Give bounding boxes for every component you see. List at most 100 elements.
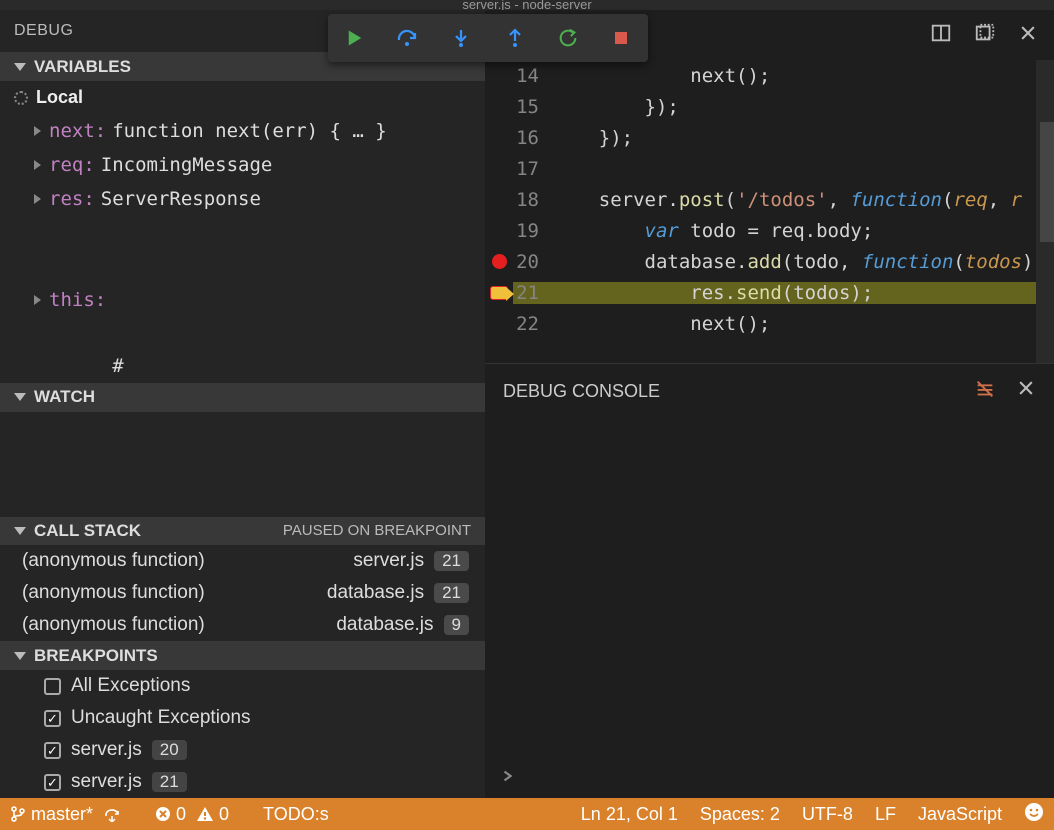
variables-title: VARIABLES (34, 57, 131, 77)
code-line[interactable]: 16 }); (485, 122, 1054, 153)
frame-label: (anonymous function) (22, 614, 205, 636)
breakpoints-section-header[interactable]: BREAKPOINTS (0, 641, 485, 670)
breakpoint-line: 21 (152, 772, 187, 792)
breakpoint-checkbox[interactable] (44, 710, 61, 727)
breakpoint-row[interactable]: server.js 20 (0, 734, 485, 766)
local-label: Local (36, 87, 83, 108)
callstack-frame[interactable]: (anonymous function) server.js 21 (0, 545, 485, 577)
watch-title: WATCH (34, 387, 95, 407)
code-line[interactable]: 18 server.post('/todos', function(req, r (485, 184, 1054, 215)
step-over-button[interactable] (393, 23, 423, 53)
callstack-title: CALL STACK (34, 521, 141, 541)
debug-console-input[interactable] (485, 754, 1054, 798)
code-text: }); (553, 127, 1054, 149)
frame-file: database.js (327, 582, 424, 604)
code-text: }); (553, 96, 1054, 118)
code-text: database.add(todo, function(todos) (553, 251, 1054, 273)
eol-status[interactable]: LF (875, 804, 896, 825)
code-editor[interactable]: 14 next(); 15 }); 16 }); 17 18 server.po… (485, 60, 1054, 363)
code-line[interactable]: 19 var todo = req.body; (485, 215, 1054, 246)
chevron-right-icon (34, 160, 41, 170)
code-text: next(); (553, 65, 1054, 87)
language-mode-status[interactable]: JavaScript (918, 804, 1002, 825)
continue-button[interactable] (340, 23, 370, 53)
breakpoint-checkbox[interactable] (44, 774, 61, 791)
code-line[interactable]: 14 next(); (485, 60, 1054, 91)
line-number: 20 (513, 251, 553, 273)
encoding-status[interactable]: UTF-8 (802, 804, 853, 825)
code-line[interactable]: 21 res.send(todos); (485, 277, 1054, 308)
variables-scope-local[interactable]: Local (0, 81, 485, 114)
split-editor-icon[interactable] (930, 22, 952, 49)
variable-name: this: (49, 289, 106, 311)
restart-button[interactable] (553, 23, 583, 53)
code-line[interactable]: 15 }); (485, 91, 1054, 122)
code-text: var todo = req.body; (553, 220, 1054, 242)
code-text: res.send(todos); (553, 282, 1054, 304)
debug-console-body[interactable] (485, 419, 1054, 754)
close-panel-icon[interactable] (1016, 378, 1036, 405)
breakpoint-checkbox[interactable] (44, 742, 61, 759)
errors-status[interactable]: 0 (155, 804, 186, 825)
git-branch-status[interactable]: master* (10, 804, 93, 825)
variable-name: req: (49, 154, 95, 176)
window-title: server.js - node-server (462, 0, 591, 10)
chevron-right-icon (34, 194, 41, 204)
variables-panel: Local next: function next(err) { … } req… (0, 81, 485, 383)
show-open-editors-icon[interactable] (974, 22, 996, 49)
git-sync-icon[interactable] (103, 806, 121, 822)
chevron-right-icon (34, 295, 41, 305)
callstack-frame[interactable]: (anonymous function) database.js 9 (0, 609, 485, 641)
variable-row[interactable]: req: IncomingMessage (0, 148, 485, 182)
chevron-down-icon (14, 63, 26, 71)
variable-row[interactable]: res: ServerResponse (0, 182, 485, 216)
close-editor-icon[interactable] (1018, 23, 1038, 48)
current-execution-icon (490, 286, 508, 300)
variable-value: # (112, 222, 423, 377)
breakpoint-dot-icon[interactable] (492, 254, 507, 269)
step-out-button[interactable] (500, 23, 530, 53)
clear-console-icon[interactable] (974, 378, 996, 405)
variable-row[interactable]: this: # (0, 216, 485, 383)
stop-button[interactable] (606, 23, 636, 53)
line-number: 16 (513, 127, 553, 149)
breakpoint-row[interactable]: All Exceptions (0, 670, 485, 702)
line-number: 19 (513, 220, 553, 242)
breakpoint-checkbox[interactable] (44, 678, 61, 695)
variable-name: res: (49, 188, 95, 210)
frame-label: (anonymous function) (22, 550, 205, 572)
indentation-status[interactable]: Spaces: 2 (700, 804, 780, 825)
breakpoint-label: server.js (71, 739, 142, 761)
debug-panel-title: DEBUG (14, 22, 73, 40)
debug-toolbar[interactable] (328, 14, 648, 62)
watch-section-header[interactable]: WATCH (0, 383, 485, 412)
todos-status[interactable]: TODO:s (263, 804, 329, 825)
code-line[interactable]: 17 (485, 153, 1054, 184)
debug-sidebar: DEBUG Launch VARIABLES Local next: funct… (0, 10, 485, 798)
feedback-icon[interactable] (1024, 802, 1044, 827)
chevron-down-icon (14, 527, 26, 535)
breakpoint-label: Uncaught Exceptions (71, 707, 251, 729)
breakpoint-row[interactable]: Uncaught Exceptions (0, 702, 485, 734)
variable-value: function next(err) { … } (112, 120, 387, 142)
variable-row[interactable]: next: function next(err) { … } (0, 114, 485, 148)
line-number: 18 (513, 189, 553, 211)
code-line[interactable]: 20 database.add(todo, function(todos) (485, 246, 1054, 277)
line-number: 14 (513, 65, 553, 87)
step-into-button[interactable] (446, 23, 476, 53)
warnings-status[interactable]: 0 (196, 804, 229, 825)
loading-spinner-icon (14, 91, 28, 105)
callstack-section-header[interactable]: CALL STACK PAUSED ON BREAKPOINT (0, 517, 485, 546)
frame-label: (anonymous function) (22, 582, 205, 604)
line-number: 21 (513, 282, 553, 304)
breakpoint-label: All Exceptions (71, 675, 190, 697)
minimap[interactable] (1036, 60, 1054, 363)
callstack-frame[interactable]: (anonymous function) database.js 21 (0, 577, 485, 609)
window-titlebar: server.js - node-server (0, 0, 1054, 10)
code-line[interactable]: 22 next(); (485, 308, 1054, 339)
chevron-right-icon (34, 126, 41, 136)
breakpoint-row[interactable]: server.js 21 (0, 766, 485, 798)
variable-value: ServerResponse (101, 188, 261, 210)
line-number: 17 (513, 158, 553, 180)
cursor-position-status[interactable]: Ln 21, Col 1 (581, 804, 678, 825)
